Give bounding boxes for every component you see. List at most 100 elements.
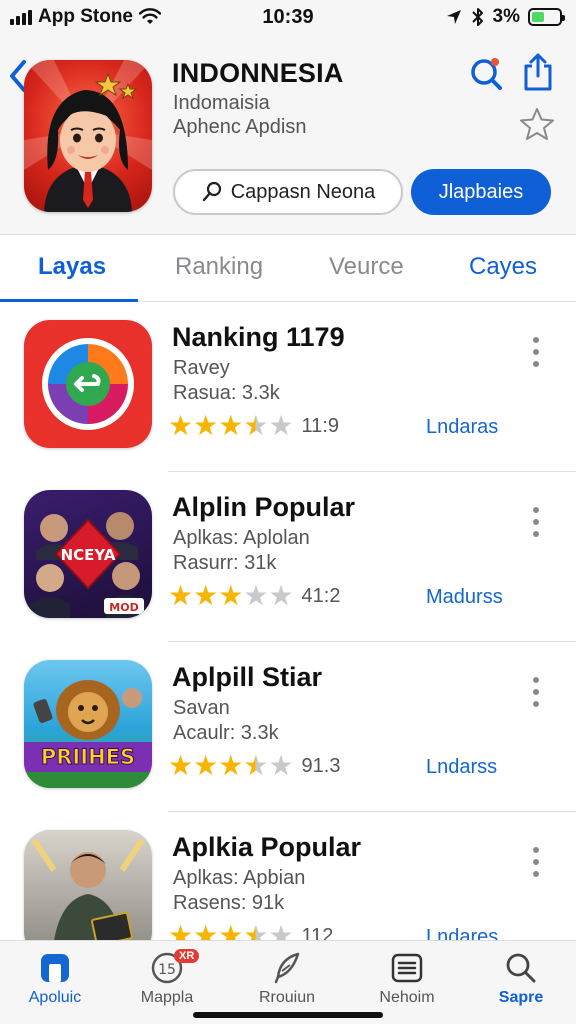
tab-layas[interactable]: Layas (38, 253, 106, 281)
bluetooth-icon (471, 8, 483, 26)
get-link[interactable]: Madurss (426, 586, 503, 609)
carrier-label: App Stone (38, 6, 133, 27)
battery-level (532, 12, 544, 22)
star-icon: ★ (218, 750, 244, 781)
wifi-icon (139, 8, 161, 24)
icon-badge-text: MOD (109, 601, 138, 614)
outline-button-label: Cappasn Neona (230, 180, 376, 203)
status-left: App Stone (10, 6, 161, 28)
star-icon: ★ (193, 750, 219, 781)
rating-value: 41:2 (301, 584, 341, 607)
segment-tabs: Layas Ranking Veurce Cayes (0, 234, 576, 302)
app-list: Nanking 1179 Ravey Rasua: 3.3k ★★★★★ 11:… (0, 302, 576, 940)
star-icon: ★ (218, 920, 244, 941)
home-indicator (193, 1012, 383, 1018)
app-name: Nanking 1179 (172, 322, 345, 352)
notification-badge: XR (174, 949, 200, 963)
more-options-icon[interactable] (530, 844, 542, 880)
star-icon: ★ (243, 410, 269, 441)
star-rating: ★★★★★ 112 (168, 920, 334, 941)
location-icon (446, 10, 461, 24)
pin-icon (202, 181, 221, 202)
star-icon: ★ (243, 750, 269, 781)
star-icon: ★ (168, 750, 194, 781)
tabbar-item-nehoim[interactable]: Nehoim (352, 947, 462, 1007)
star-rating: ★★★★★ 11:9 (168, 412, 339, 440)
star-icon: ★ (218, 410, 244, 441)
star-icon: ★ (268, 410, 294, 441)
list-item[interactable]: NCEYA MOD Alplin Popular Aplkas: Aplolan… (0, 472, 576, 642)
favorite-star-icon[interactable] (518, 106, 556, 142)
get-link[interactable]: Lndaras (426, 416, 498, 439)
share-icon[interactable] (522, 52, 554, 92)
person-book-icon (24, 830, 152, 940)
clock-icon-text: 15 (158, 962, 176, 978)
app-name: Aplpill Stiar (172, 662, 323, 692)
app-category: Aplkas: Aplolan (173, 527, 310, 549)
more-options-icon[interactable] (530, 674, 542, 710)
app-subtitle: Indomaisia (173, 92, 270, 114)
star-icon: ★ (193, 580, 219, 611)
battery-percent: 3% (492, 6, 520, 27)
rating-value: 91.3 (301, 754, 341, 777)
app-reviews: Rasua: 3.3k (173, 382, 280, 404)
tabbar-item-sapre[interactable]: Sapre (466, 947, 576, 1007)
tabbar-item-mappla[interactable]: 15 XR Mappla (112, 947, 222, 1007)
star-icon: ★ (168, 580, 194, 611)
tabbar-item-rrouiun[interactable]: Rrouiun (232, 947, 342, 1007)
icon-text: NCEYA (61, 546, 116, 564)
battery-icon (528, 8, 565, 26)
star-icon: ★ (168, 920, 194, 941)
tabbar-label: Rrouiun (258, 989, 316, 1006)
app-reviews: Rasens: 91k (173, 892, 285, 914)
more-options-icon[interactable] (530, 504, 542, 540)
list-item[interactable]: Aplkia Popular Aplkas: Apbian Rasens: 91… (0, 812, 576, 940)
get-link[interactable]: Lndarss (426, 756, 497, 779)
tabbar-label: Apoluic (28, 989, 82, 1006)
tabbar-label: Sapre (498, 989, 544, 1006)
apps-icon (41, 954, 69, 982)
signal-icon (10, 9, 32, 25)
lion-game-icon: PRIIHES (24, 660, 152, 788)
tab-veurce[interactable]: Veurce (329, 253, 404, 281)
icon-text: PRIIHES (41, 745, 135, 769)
status-right: 3% (445, 6, 565, 28)
primary-button-label: Jlapbaies (438, 180, 524, 203)
app-developer: Aphenc Apdisn (173, 116, 307, 138)
app-header: INDONNESIA Indomaisia Aphenc Apdisn Capp… (0, 34, 576, 234)
search-icon (506, 953, 536, 983)
tab-ranking[interactable]: Ranking (175, 253, 263, 281)
star-icon: ★ (243, 920, 268, 941)
app-category: Ravey (173, 357, 230, 379)
search-icon[interactable] (468, 56, 504, 92)
app-reviews: Rasurr: 31k (173, 552, 277, 574)
star-rating: ★★★★★ 91.3 (168, 752, 340, 780)
star-icon: ★ (218, 580, 244, 611)
tabbar-item-apoluic[interactable]: Apoluic (0, 947, 110, 1007)
app-category: Aplkas: Apbian (173, 867, 306, 889)
tabbar-label: Nehoim (379, 989, 435, 1006)
star-icon: ★ (193, 920, 219, 941)
star-icon: ★ (268, 580, 294, 611)
get-link[interactable]: Lndares (426, 926, 498, 940)
app-reviews: Acaulr: 3.3k (173, 722, 279, 744)
featured-app-icon[interactable] (24, 60, 152, 212)
list-icon (391, 953, 423, 983)
outline-action-button[interactable]: Cappasn Neona (173, 169, 403, 215)
star-icon: ★ (243, 580, 269, 611)
app-name: Alplin Popular (172, 492, 356, 522)
status-bar: App Stone 10:39 3% (0, 0, 576, 34)
group-poster-icon: NCEYA MOD (24, 490, 152, 618)
avatar-illustration (24, 60, 152, 212)
list-item[interactable]: Nanking 1179 Ravey Rasua: 3.3k ★★★★★ 11:… (0, 302, 576, 472)
rating-value: 112 (301, 924, 334, 941)
list-item[interactable]: PRIIHES Aplpill Stiar Savan Acaulr: 3.3k… (0, 642, 576, 812)
app-category: Savan (173, 697, 230, 719)
tab-cayes[interactable]: Cayes (469, 253, 537, 281)
star-icon: ★ (168, 410, 194, 441)
app-title: INDONNESIA (172, 58, 344, 88)
more-options-icon[interactable] (530, 334, 542, 370)
star-icon: ★ (268, 920, 294, 941)
star-icon: ★ (268, 750, 294, 781)
primary-action-button[interactable]: Jlapbaies (411, 169, 551, 215)
